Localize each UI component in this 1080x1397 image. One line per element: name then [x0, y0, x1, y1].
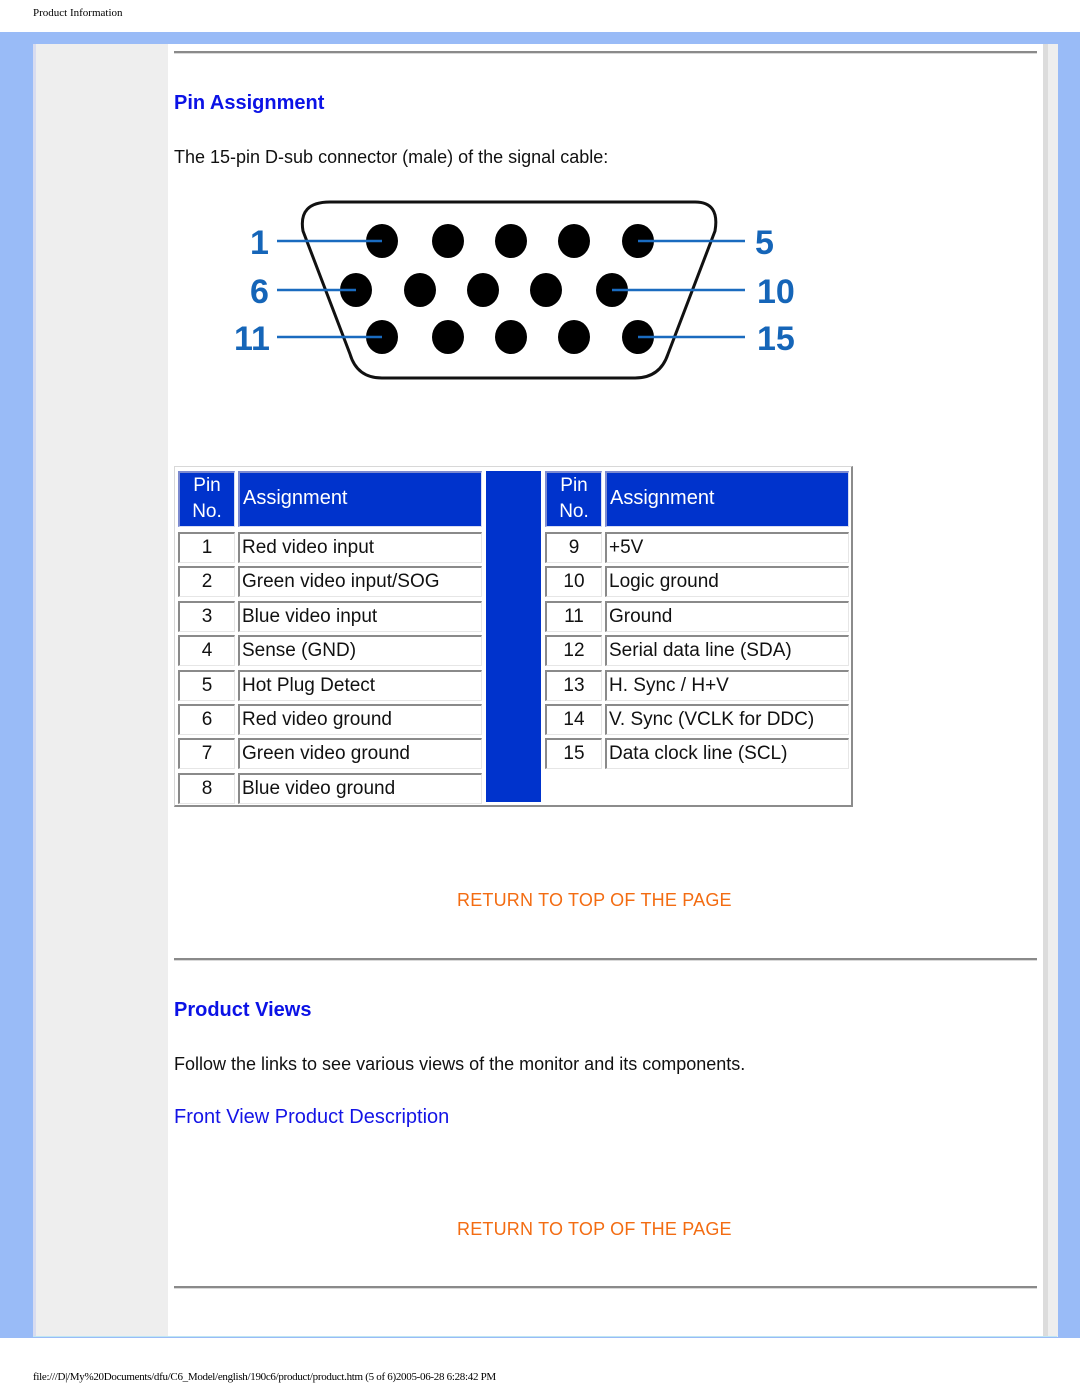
- divider-bottom: [174, 1286, 1037, 1289]
- connector-pin: [432, 224, 464, 258]
- left-pin-assignment: Green video ground: [238, 738, 482, 769]
- left-sidebar: [36, 44, 168, 1337]
- header-pin-line1: Pin: [560, 475, 588, 496]
- connector-pin: [467, 273, 499, 307]
- right-pin-assignment: Data clock line (SCL): [605, 738, 849, 769]
- connector-pin: [558, 224, 590, 258]
- left-pin-number: 4: [178, 635, 235, 666]
- divider-middle: [174, 958, 1037, 961]
- pin-number-label: 11: [234, 320, 270, 358]
- left-pin-assignment: Red video ground: [238, 704, 482, 735]
- pin-number-label: 10: [757, 273, 795, 311]
- left-pin-number: 7: [178, 738, 235, 769]
- right-header-pin-no: Pin No.: [545, 471, 602, 527]
- right-pin-assignment: Serial data line (SDA): [605, 635, 849, 666]
- left-header-pin-no: Pin No.: [178, 471, 235, 527]
- left-header-assignment: Assignment: [238, 471, 482, 527]
- right-pin-number: 10: [545, 566, 602, 597]
- connector-pin: [404, 273, 436, 307]
- right-pin-assignment: V. Sync (VCLK for DDC): [605, 704, 849, 735]
- pin-number-label: 5: [755, 224, 774, 262]
- pin-assignment-heading: Pin Assignment: [174, 92, 325, 114]
- right-header-assignment: Assignment: [605, 471, 849, 527]
- right-pin-number: 9: [545, 532, 602, 563]
- connector-pin: [432, 320, 464, 354]
- right-edge-strip: [1048, 44, 1058, 1337]
- pin-assignment-intro: The 15-pin D-sub connector (male) of the…: [174, 147, 609, 167]
- connector-pin: [495, 224, 527, 258]
- left-pin-number: 3: [178, 601, 235, 632]
- left-pin-number: 1: [178, 532, 235, 563]
- product-views-intro: Follow the links to see various views of…: [174, 1054, 746, 1074]
- left-pin-assignment: Hot Plug Detect: [238, 670, 482, 701]
- return-to-top-link[interactable]: RETURN TO TOP OF THE PAGE: [457, 1219, 732, 1240]
- right-pin-number: 13: [545, 670, 602, 701]
- right-pin-number: 15: [545, 738, 602, 769]
- right-pin-assignment: H. Sync / H+V: [605, 670, 849, 701]
- connector-pin: [495, 320, 527, 354]
- table-column-divider: [486, 471, 541, 802]
- page-header-caption: Product Information: [33, 7, 123, 19]
- connector-pin: [558, 320, 590, 354]
- left-pin-number: 2: [178, 566, 235, 597]
- left-pin-assignment: Red video input: [238, 532, 482, 563]
- pin-number-label: 15: [757, 320, 795, 358]
- header-pin-line2: No.: [559, 501, 589, 522]
- left-pin-number: 5: [178, 670, 235, 701]
- right-pin-assignment: Ground: [605, 601, 849, 632]
- header-pin-line1: Pin: [193, 475, 221, 496]
- pin-number-label: 1: [250, 224, 269, 262]
- left-pin-assignment: Sense (GND): [238, 635, 482, 666]
- page-footer-path: file:///D|/My%20Documents/dfu/C6_Model/e…: [33, 1371, 496, 1383]
- product-views-heading: Product Views: [174, 999, 312, 1021]
- right-pin-assignment: Logic ground: [605, 566, 849, 597]
- right-pin-number: 11: [545, 601, 602, 632]
- front-view-product-description-link[interactable]: Front View Product Description: [174, 1106, 449, 1129]
- divider-top: [174, 51, 1037, 54]
- left-pin-number: 8: [178, 773, 235, 804]
- panel-bottom-edge: [33, 1336, 1057, 1337]
- right-pin-number: 14: [545, 704, 602, 735]
- right-pin-number: 12: [545, 635, 602, 666]
- header-pin-line2: No.: [192, 501, 222, 522]
- left-pin-assignment: Blue video ground: [238, 773, 482, 804]
- vga-connector-diagram: 1 56 1011 15: [234, 200, 795, 380]
- pin-number-label: 6: [250, 273, 269, 311]
- left-pin-assignment: Green video input/SOG: [238, 566, 482, 597]
- left-pin-assignment: Blue video input: [238, 601, 482, 632]
- return-to-top-link[interactable]: RETURN TO TOP OF THE PAGE: [457, 890, 732, 911]
- connector-pin: [530, 273, 562, 307]
- left-pin-number: 6: [178, 704, 235, 735]
- right-pin-assignment: +5V: [605, 532, 849, 563]
